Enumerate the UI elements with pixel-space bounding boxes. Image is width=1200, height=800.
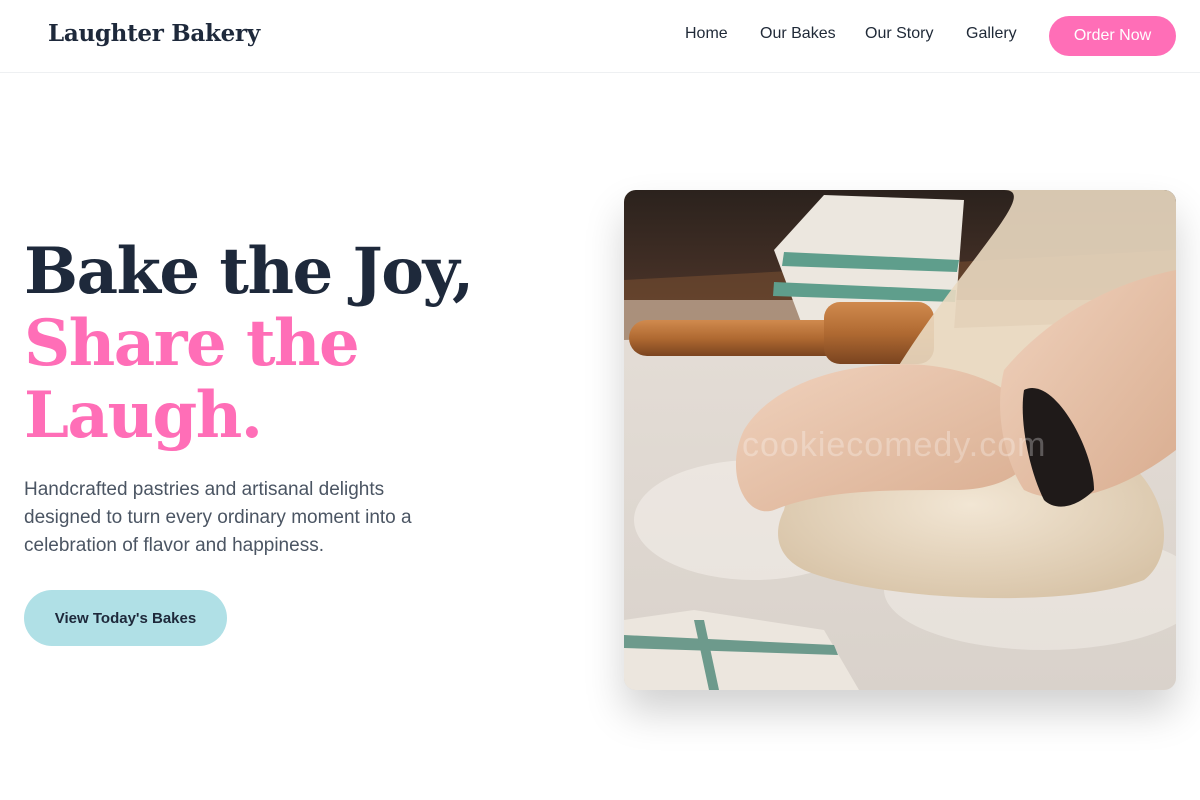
hero-subtitle: Handcrafted pastries and artisanal delig…: [24, 479, 412, 556]
hero-title-accent: Share the Laugh.: [24, 306, 360, 453]
nav-link-home[interactable]: Home: [685, 25, 728, 43]
navbar: Laughter Bakery Home Our Bakes Our Story…: [0, 0, 1200, 73]
nav-link-our-story[interactable]: Our Story: [865, 25, 933, 43]
order-now-button[interactable]: Order Now: [1049, 16, 1176, 56]
nav-link-our-bakes[interactable]: Our Bakes: [760, 25, 836, 43]
hero-title: Bake the Joy, Share the Laugh.: [24, 236, 544, 452]
hero-title-line: Bake the Joy,: [24, 234, 474, 309]
hero-image: cookiecomedy.com: [624, 190, 1176, 690]
image-watermark: cookiecomedy.com: [742, 426, 1047, 464]
view-bakes-button[interactable]: View Today's Bakes: [24, 590, 227, 646]
main-nav: Home Our Bakes Our Story Gallery: [0, 25, 1200, 45]
nav-link-gallery[interactable]: Gallery: [966, 25, 1017, 43]
